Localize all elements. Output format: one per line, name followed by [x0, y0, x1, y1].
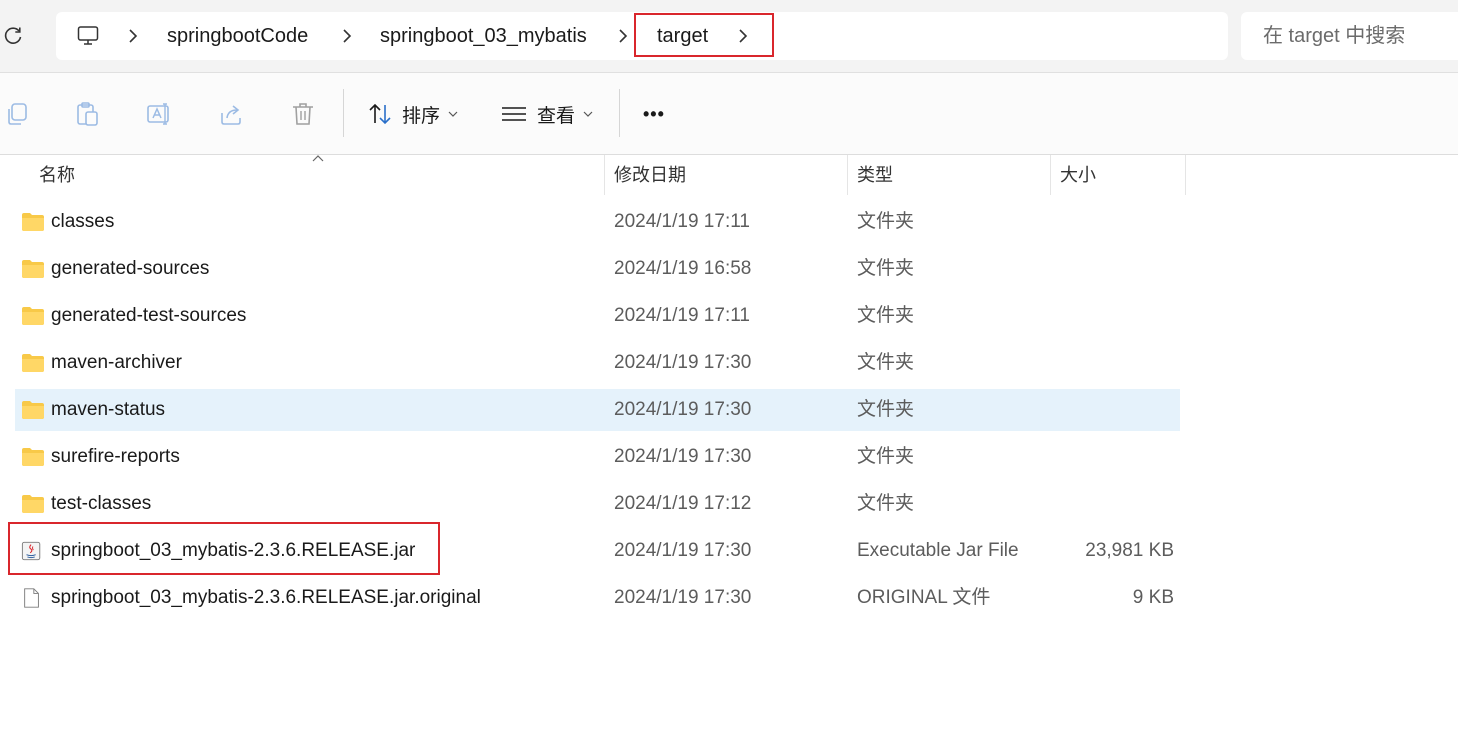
toolbar-divider: [619, 89, 620, 137]
folder-icon: [22, 448, 44, 466]
chevron-down-icon: [583, 111, 593, 117]
column-divider[interactable]: [847, 155, 848, 195]
column-header-size[interactable]: 大小: [1060, 165, 1096, 185]
column-header-row: 名称 修改日期 类型 大小: [0, 155, 1186, 195]
delete-icon[interactable]: [290, 101, 316, 127]
breadcrumb-item-springbootcode[interactable]: springbootCode: [167, 24, 308, 48]
file-date: 2024/1/19 16:58: [614, 258, 752, 279]
file-row[interactable]: classes 2024/1/19 17:11 文件夹: [15, 201, 1180, 243]
file-type: 文件夹: [857, 352, 915, 373]
file-type: 文件夹: [857, 493, 915, 514]
file-row[interactable]: maven-archiver 2024/1/19 17:30 文件夹: [15, 342, 1180, 384]
view-label: 查看: [537, 105, 576, 127]
rename-icon[interactable]: [146, 101, 172, 127]
file-date: 2024/1/19 17:30: [614, 352, 752, 373]
refresh-button[interactable]: [0, 22, 26, 50]
file-size: 23,981 KB: [1085, 540, 1174, 561]
folder-icon: [22, 213, 44, 231]
file-name: generated-sources: [51, 258, 210, 279]
folder-icon: [22, 495, 44, 513]
refresh-icon: [4, 27, 22, 44]
chevron-down-icon: [448, 111, 458, 117]
more-icon: •••: [643, 103, 665, 124]
share-icon[interactable]: [218, 101, 244, 127]
sort-ascending-icon: [312, 155, 324, 162]
more-options-button[interactable]: •••: [643, 97, 665, 131]
breadcrumb-item-springboot-03-mybatis[interactable]: springboot_03_mybatis: [380, 24, 587, 48]
file-row-selected[interactable]: maven-status 2024/1/19 17:30 文件夹: [15, 389, 1180, 431]
file-row[interactable]: generated-sources 2024/1/19 16:58 文件夹: [15, 248, 1180, 290]
search-placeholder: 在 target 中搜索: [1263, 25, 1406, 47]
command-bar: 排序 查看 •••: [0, 73, 1458, 155]
file-type: 文件夹: [857, 399, 915, 420]
sort-button[interactable]: 排序: [368, 97, 458, 131]
file-date: 2024/1/19 17:12: [614, 493, 752, 514]
column-header-type[interactable]: 类型: [857, 165, 893, 185]
file-type: 文件夹: [857, 305, 915, 326]
file-date: 2024/1/19 17:30: [614, 399, 752, 420]
sort-label: 排序: [402, 105, 441, 127]
folder-icon: [22, 307, 44, 325]
column-divider[interactable]: [1050, 155, 1051, 195]
column-divider[interactable]: [604, 155, 605, 195]
this-pc-icon[interactable]: [76, 24, 100, 48]
file-name: springboot_03_mybatis-2.3.6.RELEASE.jar.…: [51, 587, 481, 608]
chevron-right-icon[interactable]: [126, 28, 140, 44]
file-size: 9 KB: [1132, 587, 1174, 608]
column-header-name[interactable]: 名称: [39, 165, 75, 185]
file-name: classes: [51, 211, 115, 232]
file-date: 2024/1/19 17:30: [614, 446, 752, 467]
file-date: 2024/1/19 17:30: [614, 587, 752, 608]
file-date: 2024/1/19 17:11: [614, 305, 750, 326]
search-box[interactable]: 在 target 中搜索: [1241, 12, 1458, 60]
toolbar-divider: [343, 89, 344, 137]
copy-icon[interactable]: [4, 101, 30, 127]
file-type: 文件夹: [857, 211, 915, 232]
file-type: ORIGINAL 文件: [857, 587, 991, 608]
file-name: maven-status: [51, 399, 166, 420]
chevron-right-icon[interactable]: [616, 28, 630, 44]
file-type: 文件夹: [857, 446, 915, 467]
file-name: generated-test-sources: [51, 305, 247, 326]
address-bar: springbootCode springboot_03_mybatis tar…: [0, 0, 1458, 73]
view-button[interactable]: 查看: [501, 97, 593, 131]
file-date: 2024/1/19 17:11: [614, 211, 750, 232]
column-header-date[interactable]: 修改日期: [614, 165, 686, 185]
file-row[interactable]: surefire-reports 2024/1/19 17:30 文件夹: [15, 436, 1180, 478]
file-name: surefire-reports: [51, 446, 180, 467]
document-icon: [24, 588, 39, 608]
paste-icon[interactable]: [74, 101, 100, 127]
target-highlight-box: [634, 13, 774, 57]
file-name: test-classes: [51, 493, 152, 514]
file-type: 文件夹: [857, 258, 915, 279]
column-divider[interactable]: [1185, 155, 1186, 195]
folder-icon: [22, 354, 44, 372]
file-row[interactable]: springboot_03_mybatis-2.3.6.RELEASE.jar.…: [15, 577, 1180, 619]
file-row[interactable]: test-classes 2024/1/19 17:12 文件夹: [15, 483, 1180, 525]
jar-highlight-box: [8, 522, 440, 575]
file-row[interactable]: generated-test-sources 2024/1/19 17:11 文…: [15, 295, 1180, 337]
folder-icon: [22, 401, 44, 419]
file-name: maven-archiver: [51, 352, 182, 373]
file-type: Executable Jar File: [857, 540, 1019, 561]
sort-icon: [369, 103, 391, 125]
file-date: 2024/1/19 17:30: [614, 540, 752, 561]
folder-icon: [22, 260, 44, 278]
chevron-right-icon[interactable]: [340, 28, 354, 44]
view-list-icon: [502, 107, 526, 121]
